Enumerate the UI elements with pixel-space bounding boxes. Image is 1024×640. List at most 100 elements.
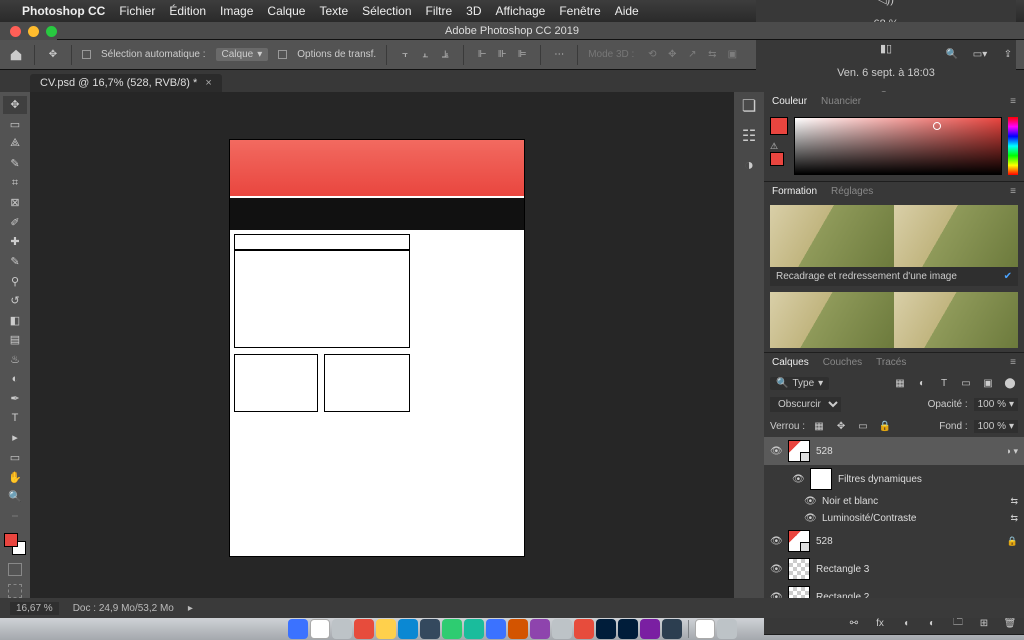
dock-app-notes[interactable] <box>376 619 396 639</box>
dock-app-chrome[interactable] <box>552 619 572 639</box>
filter-edit-icon[interactable]: ⇆ <box>1010 496 1018 507</box>
zoom-window-button[interactable] <box>46 26 57 37</box>
document-tab[interactable]: CV.psd @ 16,7% (528, RVB/8) * × <box>30 74 222 92</box>
tab-swatches[interactable]: Nuancier <box>821 96 861 107</box>
screenmode-toggle[interactable] <box>8 584 22 598</box>
move-tool[interactable]: ✥ <box>3 96 27 114</box>
layer-name[interactable]: 528 <box>816 536 833 547</box>
lock-artboard-icon[interactable]: ▭ <box>855 418 871 434</box>
dock-trash-icon[interactable] <box>717 619 737 639</box>
dock-app-finder[interactable] <box>288 619 308 639</box>
align-right-icon[interactable]: ⊫ <box>514 47 530 63</box>
menu-text[interactable]: Texte <box>319 4 348 18</box>
search-icon[interactable]: 🔍 <box>944 47 960 63</box>
battery-icon[interactable]: ▮▯ <box>880 42 892 55</box>
opacity-input[interactable]: 100 % ▾ <box>974 398 1018 411</box>
dock-app-acrobat[interactable] <box>574 619 594 639</box>
frame-tool[interactable]: ⊠ <box>3 194 27 212</box>
dock-app-photoshop[interactable] <box>596 619 616 639</box>
eraser-tool[interactable]: ◧ <box>3 312 27 330</box>
dock-app-ppt[interactable] <box>508 619 528 639</box>
minimize-window-button[interactable] <box>28 26 39 37</box>
fill-input[interactable]: 100 % ▾ <box>974 420 1018 433</box>
doc-size-readout[interactable]: Doc : 24,9 Mo/53,2 Mo <box>73 603 174 614</box>
dock-app-excel[interactable] <box>464 619 484 639</box>
auto-select-target-dropdown[interactable]: Calque▾ <box>216 48 269 61</box>
history-brush-tool[interactable]: ↺ <box>3 292 27 310</box>
layers-panel-menu-icon[interactable]: ≡ <box>1010 357 1016 368</box>
canvas[interactable] <box>30 92 734 598</box>
dock-app-indesign[interactable] <box>640 619 660 639</box>
type-tool[interactable]: T <box>3 410 27 428</box>
brush-tool[interactable]: ✎ <box>3 253 27 271</box>
zoom-readout[interactable]: 16,67 % <box>10 602 59 615</box>
app-name[interactable]: Photoshop CC <box>22 4 105 18</box>
background-swatch[interactable] <box>770 152 784 166</box>
volume-icon[interactable]: ◁)) <box>878 0 894 6</box>
dock-app-messages[interactable] <box>442 619 462 639</box>
stamp-tool[interactable]: ⚲ <box>3 272 27 290</box>
dock-app-mail[interactable] <box>332 619 352 639</box>
lock-all-icon[interactable]: 🔒 <box>877 418 893 434</box>
layer-thumb[interactable] <box>788 530 810 552</box>
hue-slider[interactable] <box>1008 117 1018 175</box>
filter-adjust-icon[interactable]: ◐ <box>914 375 930 391</box>
filter-type-icon[interactable]: T <box>936 375 952 391</box>
path-select-tool[interactable]: ▸ <box>3 429 27 447</box>
properties-panel-icon[interactable]: ☷ <box>741 128 757 144</box>
layer-filter-type[interactable]: 🔍 Type ▾ <box>770 377 829 390</box>
layer-thumb[interactable] <box>810 468 832 490</box>
quick-select-tool[interactable]: ✎ <box>3 155 27 173</box>
visibility-icon[interactable]: 👁 <box>792 474 804 485</box>
layer-name[interactable]: Rectangle 3 <box>816 564 869 575</box>
tutorial-thumbnail-2[interactable] <box>770 292 1018 348</box>
layer-row[interactable]: 👁 528 🔒 <box>764 527 1024 555</box>
quickmask-toggle[interactable] <box>8 563 22 577</box>
eyedropper-tool[interactable]: ✐ <box>3 214 27 232</box>
layer-thumb[interactable] <box>788 440 810 462</box>
filter-pixel-icon[interactable]: ▦ <box>892 375 908 391</box>
menu-3d[interactable]: 3D <box>466 4 481 18</box>
color-swatches[interactable] <box>4 533 26 555</box>
auto-select-checkbox[interactable] <box>82 50 91 59</box>
dock-app-terminal[interactable] <box>662 619 682 639</box>
close-window-button[interactable] <box>10 26 21 37</box>
visibility-icon[interactable]: 👁 <box>770 446 782 457</box>
filter-shape-icon[interactable]: ▭ <box>958 375 974 391</box>
visibility-icon[interactable]: 👁 <box>770 536 782 547</box>
align-bottom-icon[interactable]: ⫡ <box>437 47 453 63</box>
move-tool-icon[interactable]: ✥ <box>45 47 61 63</box>
shape-tool[interactable]: ▭ <box>3 449 27 467</box>
menu-window[interactable]: Fenêtre <box>559 4 600 18</box>
lock-position-icon[interactable]: ✥ <box>833 418 849 434</box>
lock-pixels-icon[interactable]: ▦ <box>811 418 827 434</box>
layer-thumb[interactable] <box>788 558 810 580</box>
marquee-tool[interactable]: ▭ <box>3 116 27 134</box>
visibility-icon[interactable]: 👁 <box>804 496 816 507</box>
tutorial-thumbnail-1[interactable] <box>770 205 1018 267</box>
menu-help[interactable]: Aide <box>615 4 639 18</box>
menu-filter[interactable]: Filtre <box>426 4 453 18</box>
layer-row[interactable]: 👁 Luminosité/Contraste ⇆ <box>764 510 1024 527</box>
tab-layers[interactable]: Calques <box>772 357 809 368</box>
align-vcenter-icon[interactable]: ⫠ <box>417 47 433 63</box>
lasso-tool[interactable]: ⟁ <box>3 135 27 153</box>
menu-view[interactable]: Affichage <box>496 4 546 18</box>
menu-file[interactable]: Fichier <box>119 4 155 18</box>
zoom-tool[interactable]: 🔍 <box>3 488 27 506</box>
menu-image[interactable]: Image <box>220 4 253 18</box>
filter-edit-icon[interactable]: ⇆ <box>1010 513 1018 524</box>
dock-app-sysprefs[interactable] <box>420 619 440 639</box>
visibility-icon[interactable]: 👁 <box>804 513 816 524</box>
share-icon[interactable]: ⇪ <box>1000 47 1016 63</box>
layer-row[interactable]: 👁 Noir et blanc ⇆ <box>764 493 1024 510</box>
dock-app-appstore[interactable] <box>398 619 418 639</box>
transform-controls-checkbox[interactable] <box>278 50 287 59</box>
gradient-tool[interactable]: ▤ <box>3 331 27 349</box>
crop-tool[interactable]: ⌗ <box>3 174 27 192</box>
dock-app-illustrator[interactable] <box>618 619 638 639</box>
color-field[interactable] <box>794 117 1002 175</box>
home-icon[interactable] <box>8 47 24 63</box>
tab-adjustments[interactable]: Réglages <box>831 186 873 197</box>
visibility-icon[interactable]: 👁 <box>770 564 782 575</box>
